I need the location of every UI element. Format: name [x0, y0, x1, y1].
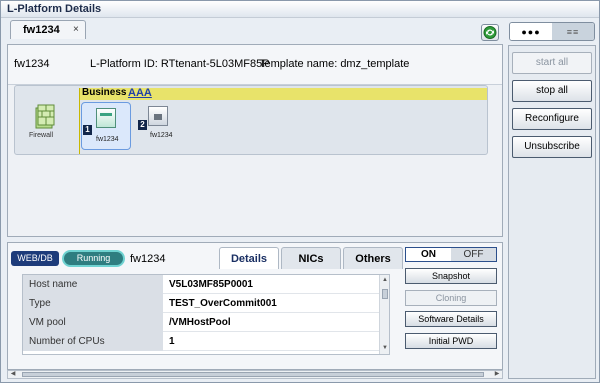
server-node-2[interactable]: 2 fw1234: [138, 104, 182, 144]
scroll-down-icon[interactable]: ▼: [381, 344, 389, 353]
icon-view-button[interactable]: ●●●: [510, 23, 552, 40]
scroll-up-icon[interactable]: ▲: [381, 276, 389, 285]
platform-id: L-Platform ID: RTtenant-5L03MF85P: [90, 58, 270, 70]
server-icon: [148, 106, 168, 126]
server-label: fw1234: [96, 136, 119, 143]
table-row: Number of CPUs 1: [23, 332, 379, 351]
row-value: V5L03MF85P0001: [169, 279, 253, 290]
tab-others[interactable]: Others: [343, 247, 403, 269]
status-badge: Running: [62, 250, 125, 267]
row-key: Host name: [23, 275, 163, 294]
scroll-thumb[interactable]: [22, 372, 484, 377]
stop-all-button[interactable]: stop all: [512, 80, 592, 102]
table-row: VM pool /VMHostPool: [23, 313, 379, 332]
platform-actions-panel: start all stop all Reconfigure Unsubscri…: [508, 45, 596, 379]
power-on-button[interactable]: ON: [406, 248, 451, 261]
platform-name: fw1234: [14, 58, 50, 70]
scroll-left-icon[interactable]: ◀: [9, 371, 17, 378]
platform-panel: fw1234 L-Platform ID: RTtenant-5L03MF85P…: [7, 44, 503, 237]
tab-label: fw1234: [23, 24, 60, 36]
power-off-button[interactable]: OFF: [451, 248, 496, 261]
table-row: Host name V5L03MF85P0001: [23, 275, 379, 294]
segment-link[interactable]: AAA: [128, 87, 152, 99]
segment-line: [79, 88, 80, 154]
row-value: 1: [169, 336, 175, 347]
server-type-badge: WEB/DB: [11, 251, 59, 266]
server-number: 2: [138, 120, 147, 130]
tab-details[interactable]: Details: [219, 247, 279, 269]
server-name: fw1234: [130, 253, 166, 265]
power-toggle[interactable]: ON OFF: [405, 247, 497, 262]
scroll-right-icon[interactable]: ▶: [493, 371, 501, 378]
list-view-button[interactable]: ≡≡: [552, 23, 594, 40]
lplatform-details-window: L-Platform Details fw1234 × ●●● ≡≡ fw123…: [0, 0, 600, 383]
row-key: Number of CPUs: [23, 332, 163, 351]
row-key: VM pool: [23, 313, 163, 332]
server-icon: [96, 108, 116, 128]
cloning-button: Cloning: [405, 290, 497, 306]
platform-header: fw1234 L-Platform ID: RTtenant-5L03MF85P…: [8, 45, 502, 85]
server-number: 1: [83, 125, 92, 135]
segment-label: Business: [82, 87, 127, 98]
tab-fw1234[interactable]: fw1234 ×: [10, 20, 86, 39]
tab-nics[interactable]: NICs: [281, 247, 341, 269]
row-value: /VMHostPool: [169, 317, 231, 328]
scroll-thumb[interactable]: [382, 289, 388, 299]
snapshot-button[interactable]: Snapshot: [405, 268, 497, 284]
server-label: fw1234: [150, 132, 173, 139]
title-bar: L-Platform Details: [1, 1, 599, 18]
row-value: TEST_OverCommit001: [169, 298, 277, 309]
window-title: L-Platform Details: [7, 3, 102, 15]
details-table: Host name V5L03MF85P0001 Type TEST_OverC…: [22, 274, 390, 355]
start-all-button: start all: [512, 52, 592, 74]
initial-pwd-button[interactable]: Initial PWD: [405, 333, 497, 349]
template-name: Template name: dmz_template: [259, 58, 410, 70]
unsubscribe-button[interactable]: Unsubscribe: [512, 136, 592, 158]
horizontal-scrollbar[interactable]: ◀ ▶: [7, 370, 503, 379]
view-toggle[interactable]: ●●● ≡≡: [509, 22, 595, 41]
software-details-button[interactable]: Software Details: [405, 311, 497, 327]
reconfigure-button[interactable]: Reconfigure: [512, 108, 592, 130]
refresh-button[interactable]: [481, 24, 499, 41]
table-row: Type TEST_OverCommit001: [23, 294, 379, 313]
firewall-icon[interactable]: [35, 102, 55, 130]
server-node-1[interactable]: 1 fw1234: [81, 102, 131, 150]
network-diagram: Firewall Business AAA 1 fw1234 2 fw1234: [14, 85, 488, 155]
refresh-icon: [483, 26, 497, 39]
tab-close-icon[interactable]: ×: [73, 24, 79, 35]
firewall-label: Firewall: [29, 132, 54, 139]
row-key: Type: [23, 294, 163, 313]
details-scrollbar[interactable]: ▲ ▼: [379, 275, 389, 354]
